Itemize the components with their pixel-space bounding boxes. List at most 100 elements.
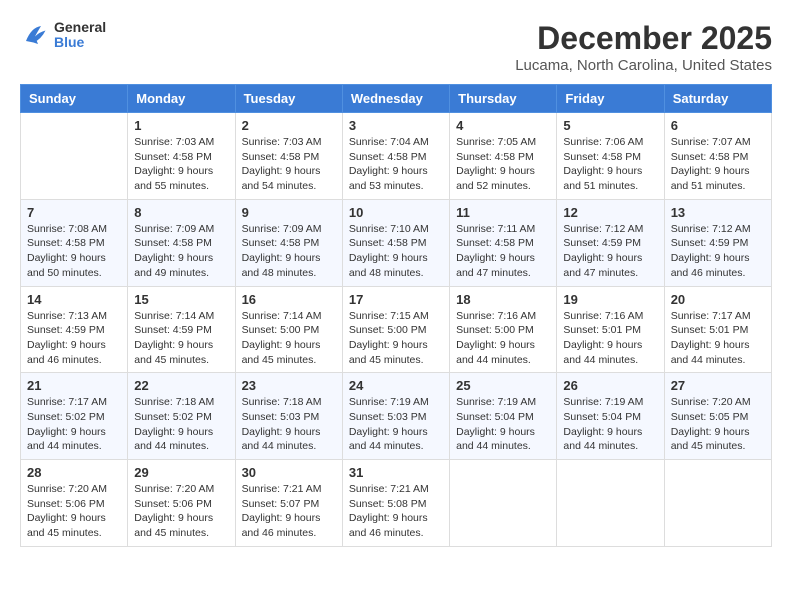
logo: General Blue xyxy=(20,20,106,51)
day-number: 2 xyxy=(242,118,336,133)
calendar-cell: 2 Sunrise: 7:03 AM Sunset: 4:58 PM Daylig… xyxy=(235,113,342,200)
calendar-cell: 15Sunrise: 7:14 AM Sunset: 4:59 PM Dayli… xyxy=(128,286,235,373)
title-section: December 2025 Lucama, North Carolina, Un… xyxy=(515,20,772,74)
calendar-cell: 19 Sunrise: 7:16 AM Sunset: 5:01 PM Dayli… xyxy=(557,286,664,373)
calendar-cell: 30 Sunrise: 7:21 AM Sunset: 5:07 PM Dayli… xyxy=(235,460,342,547)
day-number: 4 xyxy=(456,118,550,133)
calendar-cell: 1 Sunrise: 7:03 AM Sunset: 4:58 PM Daylig… xyxy=(128,113,235,200)
day-info: Sunrise: 7:03 AM Sunset: 4:58 PM Dayligh… xyxy=(242,135,336,194)
calendar-cell: 12 Sunrise: 7:12 AM Sunset: 4:59 PM Dayli… xyxy=(557,199,664,286)
day-of-week-header: Wednesday xyxy=(342,85,449,113)
day-info: Sunrise: 7:17 AM Sunset: 5:02 PM Dayligh… xyxy=(27,395,121,454)
day-number: 5 xyxy=(563,118,657,133)
day-number: 31 xyxy=(349,465,443,480)
day-info: Sunrise: 7:21 AM Sunset: 5:08 PM Dayligh… xyxy=(349,482,443,541)
day-info: Sunrise: 7:06 AM Sunset: 4:58 PM Dayligh… xyxy=(563,135,657,194)
day-number: 20 xyxy=(671,292,765,307)
day-number: 13 xyxy=(671,205,765,220)
calendar-cell: 8 Sunrise: 7:09 AM Sunset: 4:58 PM Daylig… xyxy=(128,199,235,286)
day-number: 27 xyxy=(671,378,765,393)
day-number: 19 xyxy=(563,292,657,307)
day-info: Sunrise: 7:14 AM Sunset: 5:00 PM Dayligh… xyxy=(242,309,336,368)
calendar-cell: 6 Sunrise: 7:07 AM Sunset: 4:58 PM Daylig… xyxy=(664,113,771,200)
day-number: 21 xyxy=(27,378,121,393)
day-number: 14 xyxy=(27,292,121,307)
day-number: 12 xyxy=(563,205,657,220)
calendar-cell: 5 Sunrise: 7:06 AM Sunset: 4:58 PM Daylig… xyxy=(557,113,664,200)
day-of-week-header: Thursday xyxy=(450,85,557,113)
logo-icon xyxy=(20,20,50,50)
day-number: 1 xyxy=(134,118,228,133)
day-info: Sunrise: 7:05 AM Sunset: 4:58 PM Dayligh… xyxy=(456,135,550,194)
day-info: Sunrise: 7:19 AM Sunset: 5:04 PM Dayligh… xyxy=(456,395,550,454)
calendar-cell: 18Sunrise: 7:16 AM Sunset: 5:00 PM Dayli… xyxy=(450,286,557,373)
calendar-cell: 13Sunrise: 7:12 AM Sunset: 4:59 PM Dayli… xyxy=(664,199,771,286)
day-info: Sunrise: 7:16 AM Sunset: 5:01 PM Dayligh… xyxy=(563,309,657,368)
day-info: Sunrise: 7:20 AM Sunset: 5:05 PM Dayligh… xyxy=(671,395,765,454)
day-number: 6 xyxy=(671,118,765,133)
calendar-cell: 23 Sunrise: 7:18 AM Sunset: 5:03 PM Dayli… xyxy=(235,373,342,460)
day-number: 22 xyxy=(134,378,228,393)
day-info: Sunrise: 7:17 AM Sunset: 5:01 PM Dayligh… xyxy=(671,309,765,368)
calendar-cell xyxy=(450,460,557,547)
calendar-cell: 16 Sunrise: 7:14 AM Sunset: 5:00 PM Dayli… xyxy=(235,286,342,373)
calendar-cell: 11Sunrise: 7:11 AM Sunset: 4:58 PM Dayli… xyxy=(450,199,557,286)
day-number: 3 xyxy=(349,118,443,133)
day-info: Sunrise: 7:14 AM Sunset: 4:59 PM Dayligh… xyxy=(134,309,228,368)
calendar-week-row: 7 Sunrise: 7:08 AM Sunset: 4:58 PM Daylig… xyxy=(21,199,772,286)
day-number: 26 xyxy=(563,378,657,393)
day-info: Sunrise: 7:08 AM Sunset: 4:58 PM Dayligh… xyxy=(27,222,121,281)
calendar-cell xyxy=(557,460,664,547)
day-number: 30 xyxy=(242,465,336,480)
day-number: 17 xyxy=(349,292,443,307)
day-info: Sunrise: 7:12 AM Sunset: 4:59 PM Dayligh… xyxy=(563,222,657,281)
day-info: Sunrise: 7:21 AM Sunset: 5:07 PM Dayligh… xyxy=(242,482,336,541)
location: Lucama, North Carolina, United States xyxy=(515,57,772,74)
day-number: 10 xyxy=(349,205,443,220)
day-of-week-header: Sunday xyxy=(21,85,128,113)
month-title: December 2025 xyxy=(515,20,772,57)
day-of-week-header: Monday xyxy=(128,85,235,113)
calendar-cell: 28Sunrise: 7:20 AM Sunset: 5:06 PM Dayli… xyxy=(21,460,128,547)
day-number: 11 xyxy=(456,205,550,220)
day-of-week-header: Friday xyxy=(557,85,664,113)
calendar-week-row: 21 Sunrise: 7:17 AM Sunset: 5:02 PM Dayli… xyxy=(21,373,772,460)
day-of-week-header: Tuesday xyxy=(235,85,342,113)
calendar-cell: 31 Sunrise: 7:21 AM Sunset: 5:08 PM Dayli… xyxy=(342,460,449,547)
day-number: 7 xyxy=(27,205,121,220)
calendar-cell: 26 Sunrise: 7:19 AM Sunset: 5:04 PM Dayli… xyxy=(557,373,664,460)
calendar-cell: 9 Sunrise: 7:09 AM Sunset: 4:58 PM Daylig… xyxy=(235,199,342,286)
calendar-cell: 25Sunrise: 7:19 AM Sunset: 5:04 PM Dayli… xyxy=(450,373,557,460)
day-info: Sunrise: 7:13 AM Sunset: 4:59 PM Dayligh… xyxy=(27,309,121,368)
page-header: General Blue December 2025 Lucama, North… xyxy=(20,20,772,74)
day-info: Sunrise: 7:09 AM Sunset: 4:58 PM Dayligh… xyxy=(134,222,228,281)
calendar-week-row: 1 Sunrise: 7:03 AM Sunset: 4:58 PM Daylig… xyxy=(21,113,772,200)
day-info: Sunrise: 7:07 AM Sunset: 4:58 PM Dayligh… xyxy=(671,135,765,194)
day-info: Sunrise: 7:03 AM Sunset: 4:58 PM Dayligh… xyxy=(134,135,228,194)
calendar-cell: 27 Sunrise: 7:20 AM Sunset: 5:05 PM Dayli… xyxy=(664,373,771,460)
day-info: Sunrise: 7:19 AM Sunset: 5:04 PM Dayligh… xyxy=(563,395,657,454)
calendar-cell: 14 Sunrise: 7:13 AM Sunset: 4:59 PM Dayli… xyxy=(21,286,128,373)
calendar-cell: 3 Sunrise: 7:04 AM Sunset: 4:58 PM Daylig… xyxy=(342,113,449,200)
day-number: 9 xyxy=(242,205,336,220)
day-number: 8 xyxy=(134,205,228,220)
day-info: Sunrise: 7:19 AM Sunset: 5:03 PM Dayligh… xyxy=(349,395,443,454)
calendar-table: SundayMondayTuesdayWednesdayThursdayFrid… xyxy=(20,84,772,547)
calendar-cell xyxy=(664,460,771,547)
day-number: 28 xyxy=(27,465,121,480)
day-info: Sunrise: 7:20 AM Sunset: 5:06 PM Dayligh… xyxy=(134,482,228,541)
calendar-cell: 29Sunrise: 7:20 AM Sunset: 5:06 PM Dayli… xyxy=(128,460,235,547)
logo-text: General Blue xyxy=(54,20,106,51)
day-info: Sunrise: 7:04 AM Sunset: 4:58 PM Dayligh… xyxy=(349,135,443,194)
day-of-week-header: Saturday xyxy=(664,85,771,113)
calendar-cell: 4 Sunrise: 7:05 AM Sunset: 4:58 PM Daylig… xyxy=(450,113,557,200)
calendar-cell: 17Sunrise: 7:15 AM Sunset: 5:00 PM Dayli… xyxy=(342,286,449,373)
calendar-cell: 22Sunrise: 7:18 AM Sunset: 5:02 PM Dayli… xyxy=(128,373,235,460)
calendar-cell: 20 Sunrise: 7:17 AM Sunset: 5:01 PM Dayli… xyxy=(664,286,771,373)
day-info: Sunrise: 7:18 AM Sunset: 5:03 PM Dayligh… xyxy=(242,395,336,454)
day-number: 23 xyxy=(242,378,336,393)
day-number: 16 xyxy=(242,292,336,307)
calendar-week-row: 14 Sunrise: 7:13 AM Sunset: 4:59 PM Dayli… xyxy=(21,286,772,373)
day-number: 24 xyxy=(349,378,443,393)
day-info: Sunrise: 7:09 AM Sunset: 4:58 PM Dayligh… xyxy=(242,222,336,281)
